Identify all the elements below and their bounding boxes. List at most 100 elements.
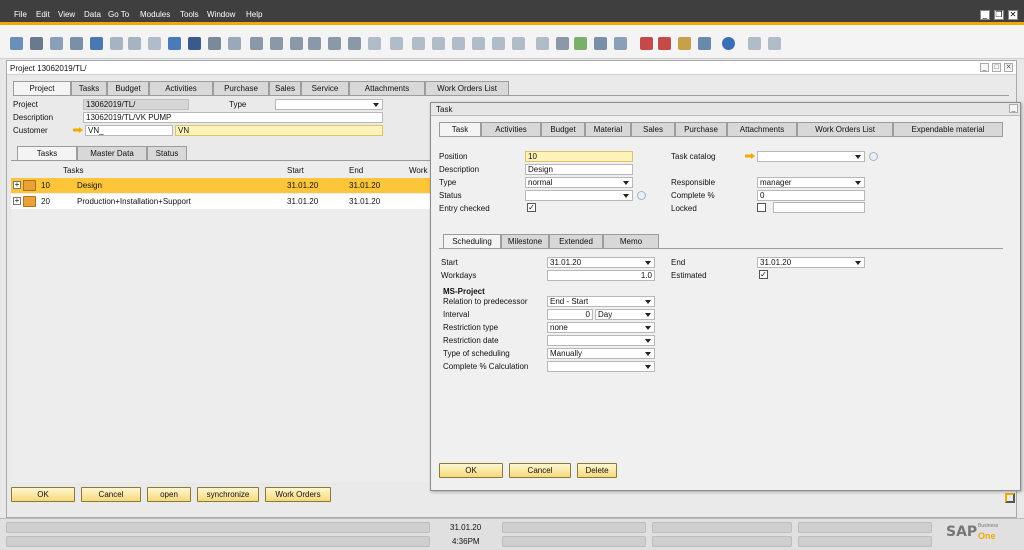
interval-field[interactable]: 0 <box>547 309 593 320</box>
chat-icon[interactable] <box>614 37 627 50</box>
subtab-extended[interactable]: Extended <box>549 234 603 248</box>
task-catalog-select[interactable] <box>757 151 865 162</box>
next-record-icon[interactable] <box>290 37 303 50</box>
tab-activities[interactable]: Activities <box>481 122 541 136</box>
add-document-icon[interactable] <box>556 37 569 50</box>
help-icon[interactable] <box>722 37 735 50</box>
tab-tasks[interactable]: Tasks <box>71 81 107 95</box>
complete-calc-select[interactable] <box>547 361 655 372</box>
document2-icon[interactable] <box>128 37 141 50</box>
tab-activities[interactable]: Activities <box>149 81 213 95</box>
customer-name-field[interactable]: VN <box>175 125 383 136</box>
list-icon[interactable] <box>228 37 241 50</box>
entry-checked-checkbox[interactable]: ✓ <box>527 203 536 212</box>
filter-icon[interactable] <box>208 37 221 50</box>
relation-select[interactable]: End - Start <box>547 296 655 307</box>
message-icon[interactable] <box>594 37 607 50</box>
menu-edit[interactable]: Edit <box>36 10 50 19</box>
document-icon[interactable] <box>110 37 123 50</box>
export-icon[interactable] <box>70 37 83 50</box>
previous-record-icon[interactable] <box>270 37 283 50</box>
end-date-select[interactable]: 31.01.20 <box>757 257 865 268</box>
preview-icon[interactable] <box>432 37 445 50</box>
close-icon[interactable]: ✕ <box>1008 10 1018 20</box>
refresh-icon[interactable] <box>328 37 341 50</box>
info-icon[interactable] <box>637 191 646 200</box>
col-header-start[interactable]: Start <box>287 166 304 175</box>
save-icon[interactable] <box>90 37 103 50</box>
report-icon[interactable] <box>678 37 691 50</box>
tab-budget[interactable]: Budget <box>541 122 585 136</box>
menu-view[interactable]: View <box>58 10 75 19</box>
restriction-type-select[interactable]: none <box>547 322 655 333</box>
minimize-icon[interactable]: _ <box>980 63 989 72</box>
customer-code-field[interactable]: VN_ <box>85 125 173 136</box>
synchronize-button[interactable]: synchronize <box>197 487 259 502</box>
menu-tools[interactable]: Tools <box>180 10 199 19</box>
table-row[interactable]: + 10 Design 31.01.20 31.01.20 <box>11 178 431 193</box>
subtab-milestone[interactable]: Milestone <box>501 234 549 248</box>
search-icon[interactable] <box>10 37 23 50</box>
check-icon[interactable] <box>472 37 485 50</box>
subtab-scheduling[interactable]: Scheduling <box>443 234 501 248</box>
ok-button[interactable]: OK <box>11 487 75 502</box>
subtab-status[interactable]: Status <box>147 146 187 160</box>
tab-work-orders-list[interactable]: Work Orders List <box>797 122 893 136</box>
cancel-button[interactable]: Cancel <box>509 463 571 478</box>
base-document-icon[interactable] <box>368 37 381 50</box>
settings-icon[interactable] <box>452 37 465 50</box>
description-field[interactable]: 13062019/TL/VK PUMP <box>83 112 383 123</box>
maximize-icon[interactable]: □ <box>992 63 1001 72</box>
start-date-select[interactable]: 31.01.20 <box>547 257 655 268</box>
col-header-work[interactable]: Work <box>409 166 428 175</box>
link-arrow-icon[interactable] <box>745 153 755 159</box>
approve-icon[interactable] <box>574 37 587 50</box>
estimated-checkbox[interactable]: ✓ <box>759 270 768 279</box>
minimize-icon[interactable]: _ <box>980 10 990 20</box>
position-field[interactable]: 10 <box>525 151 633 162</box>
locked-detail-field[interactable] <box>773 202 865 213</box>
cancel-button[interactable]: Cancel <box>81 487 141 502</box>
open-button[interactable]: open <box>147 487 191 502</box>
tab-attachments[interactable]: Attachments <box>727 122 797 136</box>
status-select[interactable] <box>525 190 633 201</box>
tab-sales[interactable]: Sales <box>269 81 301 95</box>
complete-field[interactable]: 0 <box>757 190 865 201</box>
locked-checkbox[interactable] <box>757 203 766 212</box>
gross-profit-icon[interactable] <box>512 37 525 50</box>
description-field[interactable]: Design <box>525 164 633 175</box>
menu-goto[interactable]: Go To <box>108 10 129 19</box>
subtab-memo[interactable]: Memo <box>603 234 659 248</box>
sort-icon[interactable] <box>348 37 361 50</box>
col-header-end[interactable]: End <box>349 166 363 175</box>
menu-data[interactable]: Data <box>84 10 101 19</box>
restriction-date-select[interactable] <box>547 335 655 346</box>
menu-window[interactable]: Window <box>207 10 235 19</box>
tab-attachments[interactable]: Attachments <box>349 81 425 95</box>
tab-purchase[interactable]: Purchase <box>213 81 269 95</box>
subtab-master-data[interactable]: Master Data <box>77 146 147 160</box>
ok-button[interactable]: OK <box>439 463 503 478</box>
work-orders-button[interactable]: Work Orders <box>265 487 331 502</box>
tab-expendable-material[interactable]: Expendable material <box>893 122 1003 136</box>
expand-icon[interactable]: + <box>13 197 21 205</box>
close-icon[interactable]: ✕ <box>1004 63 1013 72</box>
tab-task[interactable]: Task <box>439 122 481 136</box>
project-field[interactable]: 13062019/TL/ <box>83 99 189 110</box>
info-icon[interactable] <box>869 152 878 161</box>
copy-icon[interactable] <box>148 37 161 50</box>
table-row[interactable]: + 20 Production+Installation+Support 31.… <box>11 194 431 209</box>
delete-button[interactable]: Delete <box>577 463 617 478</box>
org-chart-icon[interactable] <box>698 37 711 50</box>
layout-icon[interactable] <box>412 37 425 50</box>
subtab-tasks[interactable]: Tasks <box>17 146 77 160</box>
target-document-icon[interactable] <box>390 37 403 50</box>
link-arrow-icon[interactable] <box>73 127 83 133</box>
expand-icon[interactable]: + <box>13 181 21 189</box>
responsible-select[interactable]: manager <box>757 177 865 188</box>
edit-icon[interactable] <box>536 37 549 50</box>
type-select[interactable] <box>275 99 383 110</box>
tab-service[interactable]: Service <box>301 81 349 95</box>
tab-budget[interactable]: Budget <box>107 81 149 95</box>
tab-material[interactable]: Material <box>585 122 631 136</box>
